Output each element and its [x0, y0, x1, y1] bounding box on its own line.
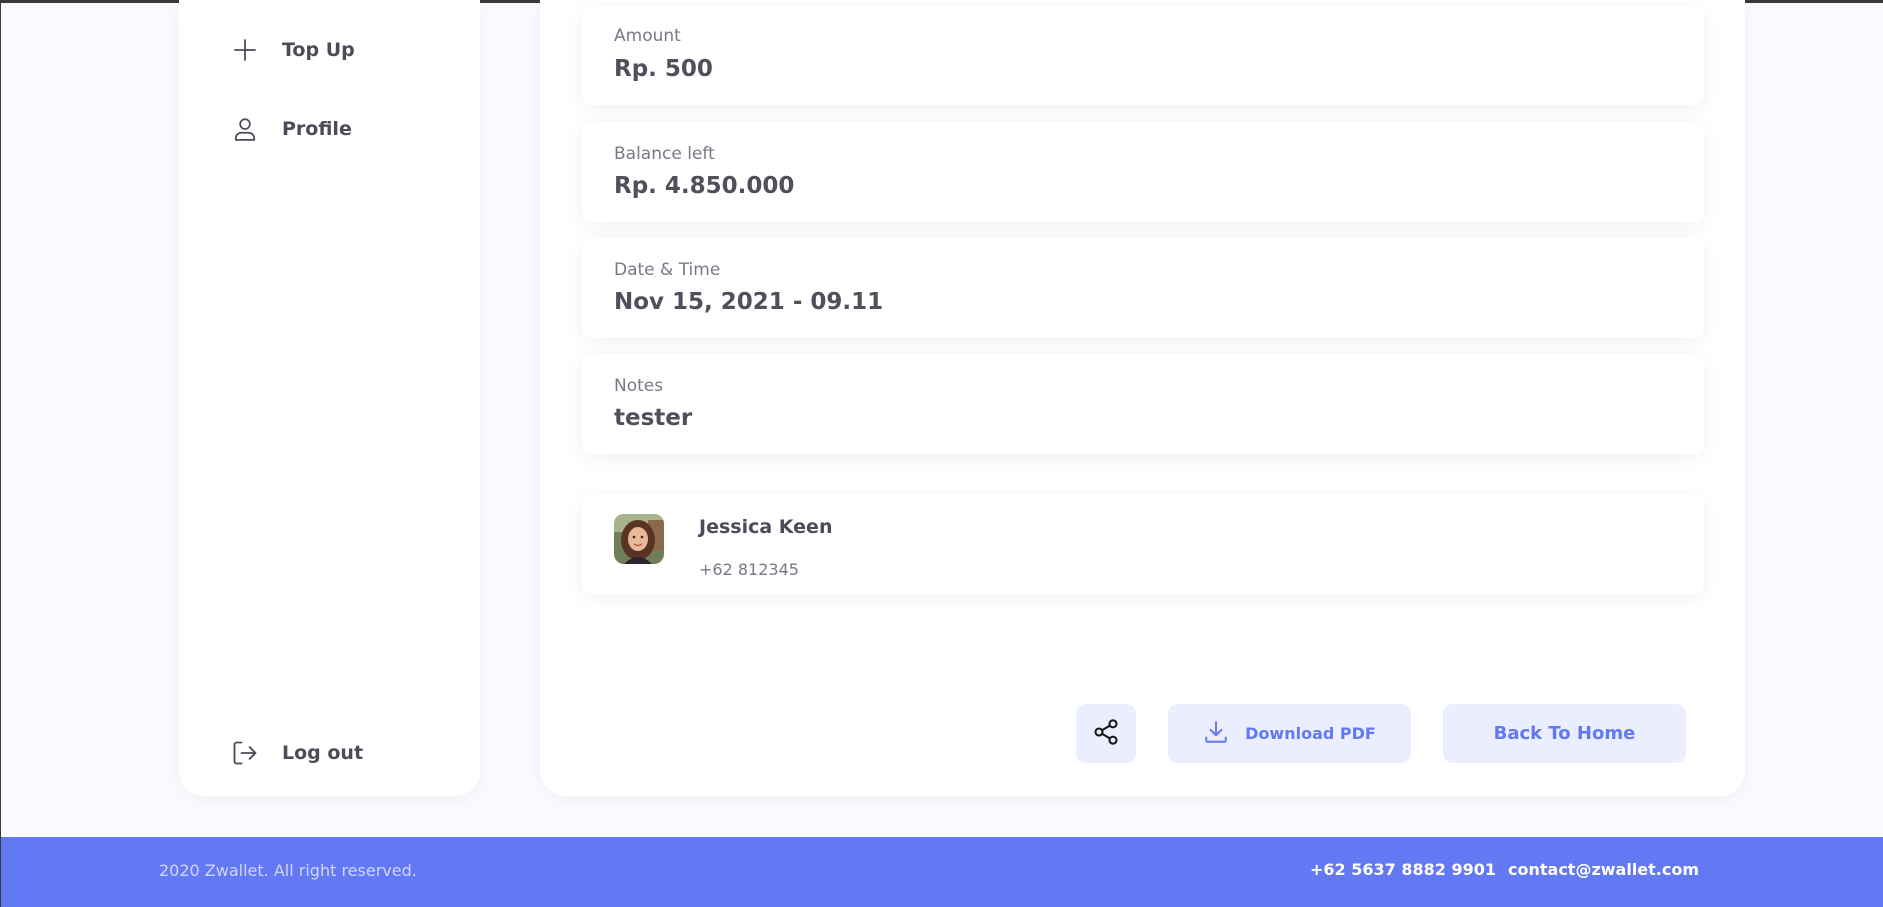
plus-icon: [231, 36, 259, 64]
datetime-card: Date & Time Nov 15, 2021 - 09.11: [582, 238, 1704, 338]
sidebar-item-label: Top Up: [282, 39, 355, 61]
sidebar: Top Up Profile Log out: [179, 0, 480, 796]
footer-email: contact@zwallet.com: [1508, 860, 1700, 879]
receiver-phone: +62 812345: [699, 560, 799, 579]
receiver-name: Jessica Keen: [699, 516, 833, 538]
balance-card: Balance left Rp. 4.850.000: [582, 122, 1704, 222]
sidebar-item-top-up[interactable]: Top Up: [231, 36, 355, 64]
datetime-label: Date & Time: [614, 260, 721, 280]
download-pdf-label: Download PDF: [1245, 724, 1376, 743]
logout-label: Log out: [282, 742, 364, 764]
logout-button[interactable]: Log out: [231, 739, 363, 767]
notes-value: tester: [614, 405, 693, 431]
amount-value: Rp. 500: [614, 56, 713, 82]
sidebar-item-label: Profile: [282, 118, 352, 140]
amount-label: Amount: [614, 26, 681, 46]
notes-label: Notes: [614, 376, 664, 396]
datetime-value: Nov 15, 2021 - 09.11: [614, 289, 884, 315]
sidebar-item-profile[interactable]: Profile: [231, 115, 352, 143]
footer-copyright: 2020 Zwallet. All right reserved.: [159, 861, 417, 880]
share-button[interactable]: [1076, 704, 1136, 763]
share-icon: [1092, 718, 1120, 749]
logout-icon: [231, 739, 259, 767]
avatar: [614, 514, 664, 564]
download-icon: [1203, 719, 1229, 748]
receiver-card: Jessica Keen +62 812345: [582, 494, 1704, 594]
notes-card: Notes tester: [582, 354, 1704, 454]
balance-label: Balance left: [614, 144, 715, 164]
download-pdf-button[interactable]: Download PDF: [1168, 704, 1411, 763]
user-icon: [231, 115, 259, 143]
back-to-home-button[interactable]: Back To Home: [1443, 704, 1686, 763]
footer-phone: +62 5637 8882 9901: [1310, 860, 1496, 879]
amount-card: Amount Rp. 500: [582, 6, 1704, 105]
balance-value: Rp. 4.850.000: [614, 173, 795, 199]
transaction-details-panel: Amount Rp. 500 Balance left Rp. 4.850.00…: [540, 0, 1745, 796]
footer: 2020 Zwallet. All right reserved. +62 56…: [1, 837, 1883, 907]
